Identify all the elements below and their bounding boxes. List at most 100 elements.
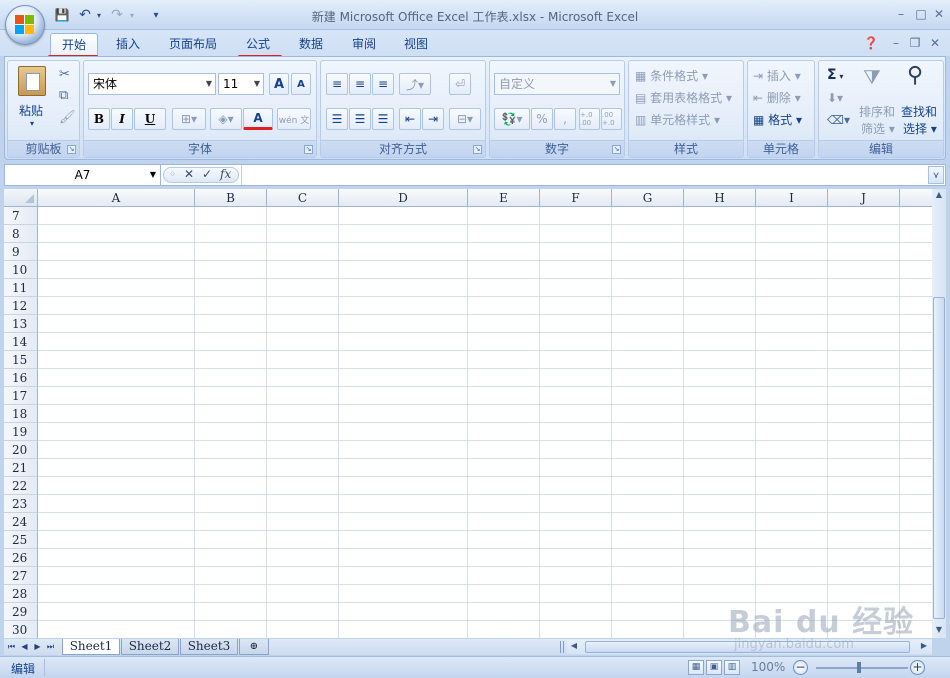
zoom-in-button[interactable]: +	[910, 660, 925, 675]
increase-indent-icon[interactable]: ⇥	[422, 108, 444, 130]
expand-formula-bar-icon[interactable]: ⋎	[928, 166, 944, 184]
first-sheet-icon[interactable]: ⏮	[6, 640, 17, 654]
merge-center-icon[interactable]: ⊟▾	[449, 108, 481, 130]
bold-button[interactable]: B	[88, 108, 110, 130]
tab-data[interactable]: 数据	[291, 33, 331, 56]
name-box[interactable]: A7 ▼	[5, 165, 161, 185]
row-header-25[interactable]: 25	[4, 531, 38, 549]
row-header-27[interactable]: 27	[4, 567, 38, 585]
sheet-tab-2[interactable]: Sheet2	[121, 639, 179, 655]
row-header-9[interactable]: 9	[4, 243, 38, 261]
row-header-15[interactable]: 15	[4, 351, 38, 369]
paste-dropdown-icon[interactable]: ▾	[30, 119, 34, 128]
align-left-icon[interactable]: ☰	[326, 108, 348, 130]
row-header-20[interactable]: 20	[4, 441, 38, 459]
tab-review[interactable]: 审阅	[344, 33, 384, 56]
format-painter-icon[interactable]: 🖌	[59, 110, 76, 125]
column-header-j[interactable]: J	[828, 189, 900, 207]
row-header-10[interactable]: 10	[4, 261, 38, 279]
fill-icon[interactable]: ⬇▾	[827, 91, 843, 105]
last-sheet-icon[interactable]: ⏭	[45, 640, 56, 654]
row-header-7[interactable]: 7	[4, 207, 38, 225]
font-size-combo[interactable]: 11 ▼	[218, 73, 264, 95]
number-launcher-icon[interactable]: ↘	[612, 145, 621, 154]
row-header-29[interactable]: 29	[4, 603, 38, 621]
paste-button[interactable]: 粘贴	[19, 102, 43, 119]
scroll-right-icon[interactable]: ▶	[919, 641, 929, 650]
find-select-label-2[interactable]: 选择 ▾	[903, 120, 937, 137]
align-bottom-icon[interactable]: ≡	[372, 73, 394, 95]
conditional-format-button[interactable]: ▦ 条件格式 ▾	[635, 67, 708, 84]
page-layout-view-icon[interactable]: ▣	[706, 660, 722, 675]
row-header-28[interactable]: 28	[4, 585, 38, 603]
clear-icon[interactable]: ⌫▾	[827, 113, 850, 127]
row-header-22[interactable]: 22	[4, 477, 38, 495]
zoom-out-button[interactable]: −	[793, 660, 808, 675]
worksheet-grid[interactable]: ABCDEFGHIJ 7 8 9 10 11 12 13 14 15 16 17 18 19 20 21 22…	[4, 189, 932, 638]
currency-icon[interactable]: 💱▾	[494, 108, 530, 130]
zoom-slider-thumb[interactable]	[857, 662, 861, 673]
row-header-26[interactable]: 26	[4, 549, 38, 567]
tab-insert[interactable]: 插入	[108, 33, 148, 56]
sort-filter-icon[interactable]: ⧩	[863, 65, 881, 89]
decrease-decimal-button[interactable]: .00 +.0	[601, 108, 622, 130]
row-header-8[interactable]: 8	[4, 225, 38, 243]
copy-icon[interactable]: ⧉	[59, 88, 68, 103]
column-header-h[interactable]: H	[684, 189, 756, 207]
row-header-30[interactable]: 30	[4, 621, 38, 638]
font-color-button[interactable]: A	[243, 108, 273, 130]
border-button[interactable]: ⊞▾	[172, 108, 206, 130]
paste-icon[interactable]	[18, 66, 46, 96]
sort-filter-label[interactable]: 排序和	[859, 103, 895, 120]
find-select-icon[interactable]: ⚲	[907, 63, 923, 88]
tab-page-layout[interactable]: 页面布局	[160, 33, 226, 56]
column-header-g[interactable]: G	[612, 189, 684, 207]
decrease-indent-icon[interactable]: ⇤	[399, 108, 421, 130]
tab-home[interactable]: 开始	[50, 33, 98, 56]
autosum-icon[interactable]: Σ ▾	[827, 67, 843, 83]
wrap-text-icon[interactable]: ⏎	[449, 73, 471, 95]
tab-view[interactable]: 视图	[396, 33, 436, 56]
font-name-combo[interactable]: 宋体 ▼	[88, 73, 216, 95]
column-header-a[interactable]: A	[38, 189, 195, 207]
formula-input[interactable]	[241, 165, 921, 185]
vertical-scrollbar[interactable]: ▲ ▼	[932, 189, 946, 638]
row-header-17[interactable]: 17	[4, 387, 38, 405]
find-select-label[interactable]: 查找和	[901, 103, 937, 120]
prev-sheet-icon[interactable]: ◀	[19, 640, 30, 654]
column-header-d[interactable]: D	[339, 189, 468, 207]
row-header-16[interactable]: 16	[4, 369, 38, 387]
shrink-font-button[interactable]: A	[291, 73, 311, 95]
column-header-partial[interactable]	[900, 189, 932, 207]
minimize-button[interactable]: –	[890, 5, 912, 23]
fill-color-icon[interactable]: ◈▾	[210, 108, 242, 130]
scroll-left-icon[interactable]: ◀	[569, 641, 579, 650]
format-cells-button[interactable]: ▦ 格式 ▾	[753, 111, 802, 128]
insert-sheet-icon[interactable]: ⊕	[239, 639, 269, 655]
page-break-view-icon[interactable]: ▥	[724, 660, 740, 675]
scroll-down-icon[interactable]: ▼	[934, 625, 944, 634]
sheet-tab-3[interactable]: Sheet3	[180, 639, 238, 655]
enter-icon[interactable]: ✓	[202, 167, 212, 181]
align-right-icon[interactable]: ☰	[372, 108, 394, 130]
scroll-up-icon[interactable]: ▲	[934, 190, 944, 199]
delete-cells-button[interactable]: ⇤ 删除 ▾	[753, 89, 801, 106]
row-header-14[interactable]: 14	[4, 333, 38, 351]
increase-decimal-button[interactable]: +.0 .00	[579, 108, 600, 130]
column-header-f[interactable]: F	[540, 189, 612, 207]
column-header-i[interactable]: I	[756, 189, 828, 207]
row-header-23[interactable]: 23	[4, 495, 38, 513]
row-header-12[interactable]: 12	[4, 297, 38, 315]
align-middle-icon[interactable]: ≡	[349, 73, 371, 95]
alignment-launcher-icon[interactable]: ↘	[473, 145, 482, 154]
clipboard-launcher-icon[interactable]: ↘	[67, 145, 76, 154]
insert-function-icon[interactable]: fx	[220, 167, 231, 181]
grow-font-button[interactable]: A	[269, 73, 289, 95]
help-icon[interactable]: ❓	[860, 34, 882, 52]
row-header-24[interactable]: 24	[4, 513, 38, 531]
normal-view-icon[interactable]: ▦	[688, 660, 704, 675]
cut-icon[interactable]: ✂	[59, 67, 70, 82]
cell-styles-button[interactable]: ▥ 单元格样式 ▾	[635, 111, 720, 128]
align-center-icon[interactable]: ☰	[349, 108, 371, 130]
column-header-b[interactable]: B	[195, 189, 267, 207]
